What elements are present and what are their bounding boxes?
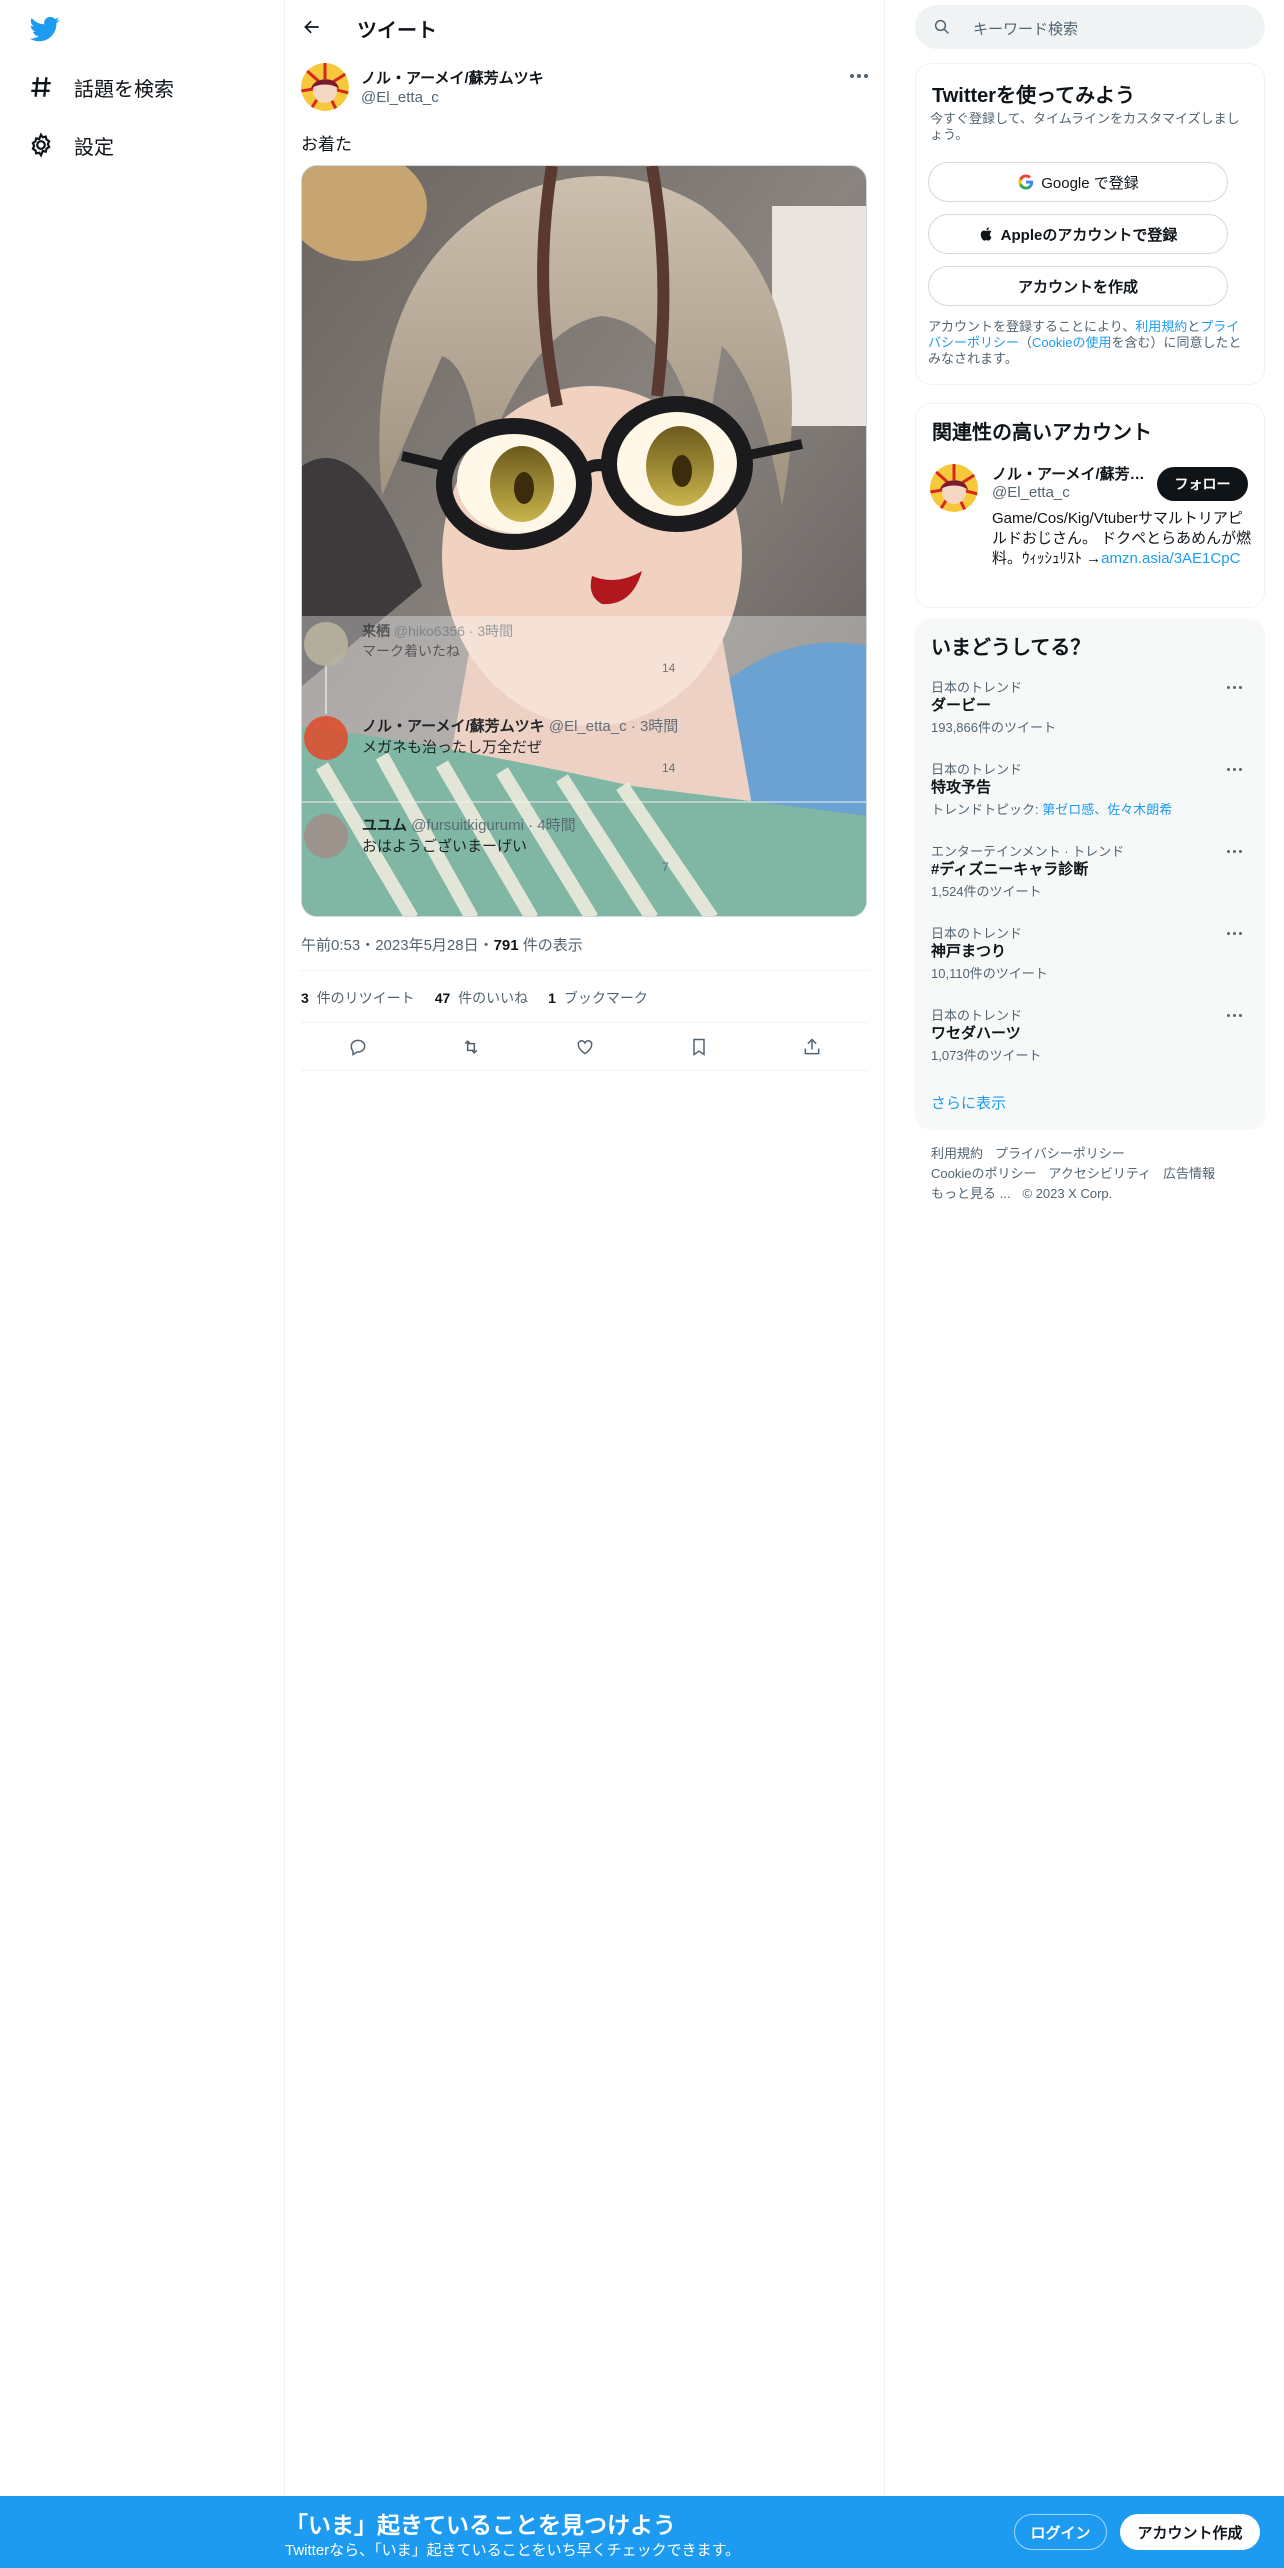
retweets-stat[interactable]: 3 件のリツイート	[301, 988, 415, 1008]
likes-stat[interactable]: 47 件のいいね	[435, 988, 528, 1008]
bookmarks-stat[interactable]: 1 ブックマーク	[548, 988, 648, 1008]
bottom-signup-banner: 「いま」起きていることを見つけよう Twitterなら、「いま」起きていることを…	[0, 2496, 1284, 2568]
trend-item[interactable]: エンターテインメント · トレンド #ディズニーキャラ診断 1,524件のツイー…	[915, 841, 1265, 923]
nav-settings[interactable]: 設定	[28, 125, 114, 165]
related-bio: Game/Cos/Kig/Vtuberサマルトリアピルドおじさん。 ドクペとらあ…	[992, 510, 1252, 567]
signup-button[interactable]: アカウント作成	[1120, 2514, 1260, 2550]
tweet-stats: 3 件のリツイート 47 件のいいね 1 ブックマーク	[301, 988, 648, 1008]
tweet-time[interactable]: 午前0:53・2023年5月28日・	[301, 937, 494, 954]
trend-more-button[interactable]	[1227, 845, 1247, 857]
tweet-text: お着た	[301, 135, 352, 154]
tweet-photo[interactable]: 来栖 @hiko6356 · 3時間 マーク着いたね 14 ノル・アーメイ/蘇芳…	[301, 165, 867, 917]
search-input[interactable]: キーワード検索	[915, 5, 1265, 49]
signup-description: 今すぐ登録して、タイムラインをカスタマイズしましょう。	[930, 111, 1240, 142]
main-column: ツイート ノル・アーメイ/蘇芳ムツキ @El_etta_c お着た 来栖 @hi…	[285, 0, 885, 2568]
retweet-button[interactable]	[454, 1030, 488, 1064]
divider	[301, 1070, 869, 1071]
footer-cookie[interactable]: Cookieのポリシー	[931, 1166, 1036, 1181]
twitter-bird-icon[interactable]	[28, 14, 62, 44]
footer-links: 利用規約 プライバシーポリシー Cookieのポリシー アクセシビリティ 広告情報 も…	[931, 1144, 1261, 1204]
show-more-link[interactable]: さらに表示	[931, 1092, 1006, 1113]
apple-signup-button[interactable]: Appleのアカウントで登録	[928, 214, 1228, 254]
overlay-reply-3: ユユム @fursuitkigurumi · 4時間 おはようございまーげい 7	[362, 817, 669, 874]
footer-accessibility[interactable]: アクセシビリティ	[1048, 1166, 1151, 1181]
trends-title: いまどうしてる？	[931, 637, 1091, 659]
nav-explore-label: 話題を検索	[74, 78, 174, 101]
nav-settings-label: 設定	[74, 136, 114, 159]
left-navigation: 話題を検索 設定	[0, 0, 285, 2568]
gear-icon	[28, 132, 54, 158]
trend-more-button[interactable]	[1227, 927, 1247, 939]
login-button[interactable]: ログイン	[1014, 2514, 1107, 2550]
related-title: 関連性の高いアカウント	[932, 422, 1152, 444]
reply-icon	[350, 1039, 366, 1056]
google-signup-button[interactable]: Google で登録	[928, 162, 1228, 202]
legal-notice: アカウントを登録することにより、利用規約とプライバシーポリシー（Cookieの使…	[928, 319, 1242, 366]
hashtag-icon	[28, 74, 54, 100]
trend-more-button[interactable]	[1227, 763, 1247, 775]
banner-title: 「いま」起きていることを見つけよう	[285, 2512, 676, 2538]
overlay-reply-1: 来栖 @hiko6356 · 3時間 マーク着いたね 14	[362, 623, 676, 675]
nav-explore[interactable]: 話題を検索	[28, 67, 174, 107]
divider	[301, 1022, 869, 1023]
create-account-button[interactable]: アカウントを作成	[928, 266, 1228, 306]
page-header: ツイート	[285, 0, 885, 53]
tweet-actions	[301, 1030, 869, 1064]
bookmark-button[interactable]	[682, 1030, 716, 1064]
heart-icon	[577, 1039, 593, 1055]
reply-button[interactable]	[341, 1030, 375, 1064]
author-name[interactable]: ノル・アーメイ/蘇芳ムツキ	[361, 67, 544, 88]
banner-subtitle: Twitterなら、「いま」起きていることをいち早くチェックできます。	[285, 2542, 741, 2559]
related-accounts-card: 関連性の高いアカウント ノル・アーメイ/蘇芳ムツキ @El_etta_c フォロ…	[915, 403, 1265, 608]
trends-card: いまどうしてる？ 日本のトレンド ダービー 193,866件のツイート 日本のト…	[915, 619, 1265, 1130]
overlay-reply-2: ノル・アーメイ/蘇芳ムツキ @El_etta_c · 3時間 メガネも治ったし万…	[362, 718, 679, 775]
divider	[301, 970, 869, 971]
signup-card: Twitterを使ってみよう 今すぐ登録して、タイムラインをカスタマイズしましょ…	[915, 63, 1265, 385]
related-handle[interactable]: @El_etta_c	[992, 484, 1070, 501]
share-button[interactable]	[795, 1030, 829, 1064]
related-avatar[interactable]	[930, 464, 978, 512]
footer-ads[interactable]: 広告情報	[1163, 1166, 1215, 1181]
google-icon	[1018, 174, 1034, 190]
trend-item[interactable]: 日本のトレンド 神戸まつり 10,110件のツイート	[915, 923, 1265, 1005]
author-avatar[interactable]	[301, 63, 349, 111]
follow-button[interactable]: フォロー	[1157, 467, 1248, 501]
trend-item[interactable]: 日本のトレンド ワセダハーツ 1,073件のツイート	[915, 1005, 1265, 1087]
tweet-timestamp: 午前0:53・2023年5月28日・791 件の表示	[301, 934, 583, 955]
related-name[interactable]: ノル・アーメイ/蘇芳ムツキ	[992, 463, 1152, 484]
views-label: 件の表示	[518, 937, 583, 954]
footer-privacy[interactable]: プライバシーポリシー	[995, 1146, 1125, 1161]
more-options-button[interactable]	[845, 66, 873, 86]
views-count: 791	[493, 937, 519, 954]
trend-more-button[interactable]	[1227, 1009, 1247, 1021]
signup-title: Twitterを使ってみよう	[932, 85, 1136, 107]
footer-more[interactable]: もっと見る ...	[931, 1186, 1010, 1201]
retweet-icon	[465, 1040, 478, 1054]
search-placeholder: キーワード検索	[973, 21, 1079, 38]
like-button[interactable]	[568, 1030, 602, 1064]
apple-icon	[980, 227, 992, 241]
arrow-left-icon	[304, 20, 319, 34]
bio-link[interactable]: amzn.asia/3AE1CpC	[1101, 550, 1240, 567]
share-icon	[804, 1038, 820, 1055]
trend-item[interactable]: 日本のトレンド 特攻予告 トレンドトピック: 第ゼロ感、佐々木朗希	[915, 759, 1265, 841]
footer-terms[interactable]: 利用規約	[931, 1146, 983, 1161]
cookie-link[interactable]: Cookieの使用	[1032, 335, 1111, 350]
back-button[interactable]	[297, 12, 327, 42]
trend-more-button[interactable]	[1227, 681, 1247, 693]
trend-item[interactable]: 日本のトレンド ダービー 193,866件のツイート	[915, 677, 1265, 759]
search-icon	[934, 19, 949, 34]
page-title: ツイート	[357, 20, 437, 42]
author-handle[interactable]: @El_etta_c	[361, 89, 439, 106]
footer-copyright: © 2023 X Corp.	[1022, 1186, 1113, 1201]
trend-topic-link[interactable]: 第ゼロ感、佐々木朗希	[1042, 802, 1172, 817]
bookmark-icon	[692, 1038, 705, 1056]
terms-link[interactable]: 利用規約	[1135, 319, 1187, 334]
